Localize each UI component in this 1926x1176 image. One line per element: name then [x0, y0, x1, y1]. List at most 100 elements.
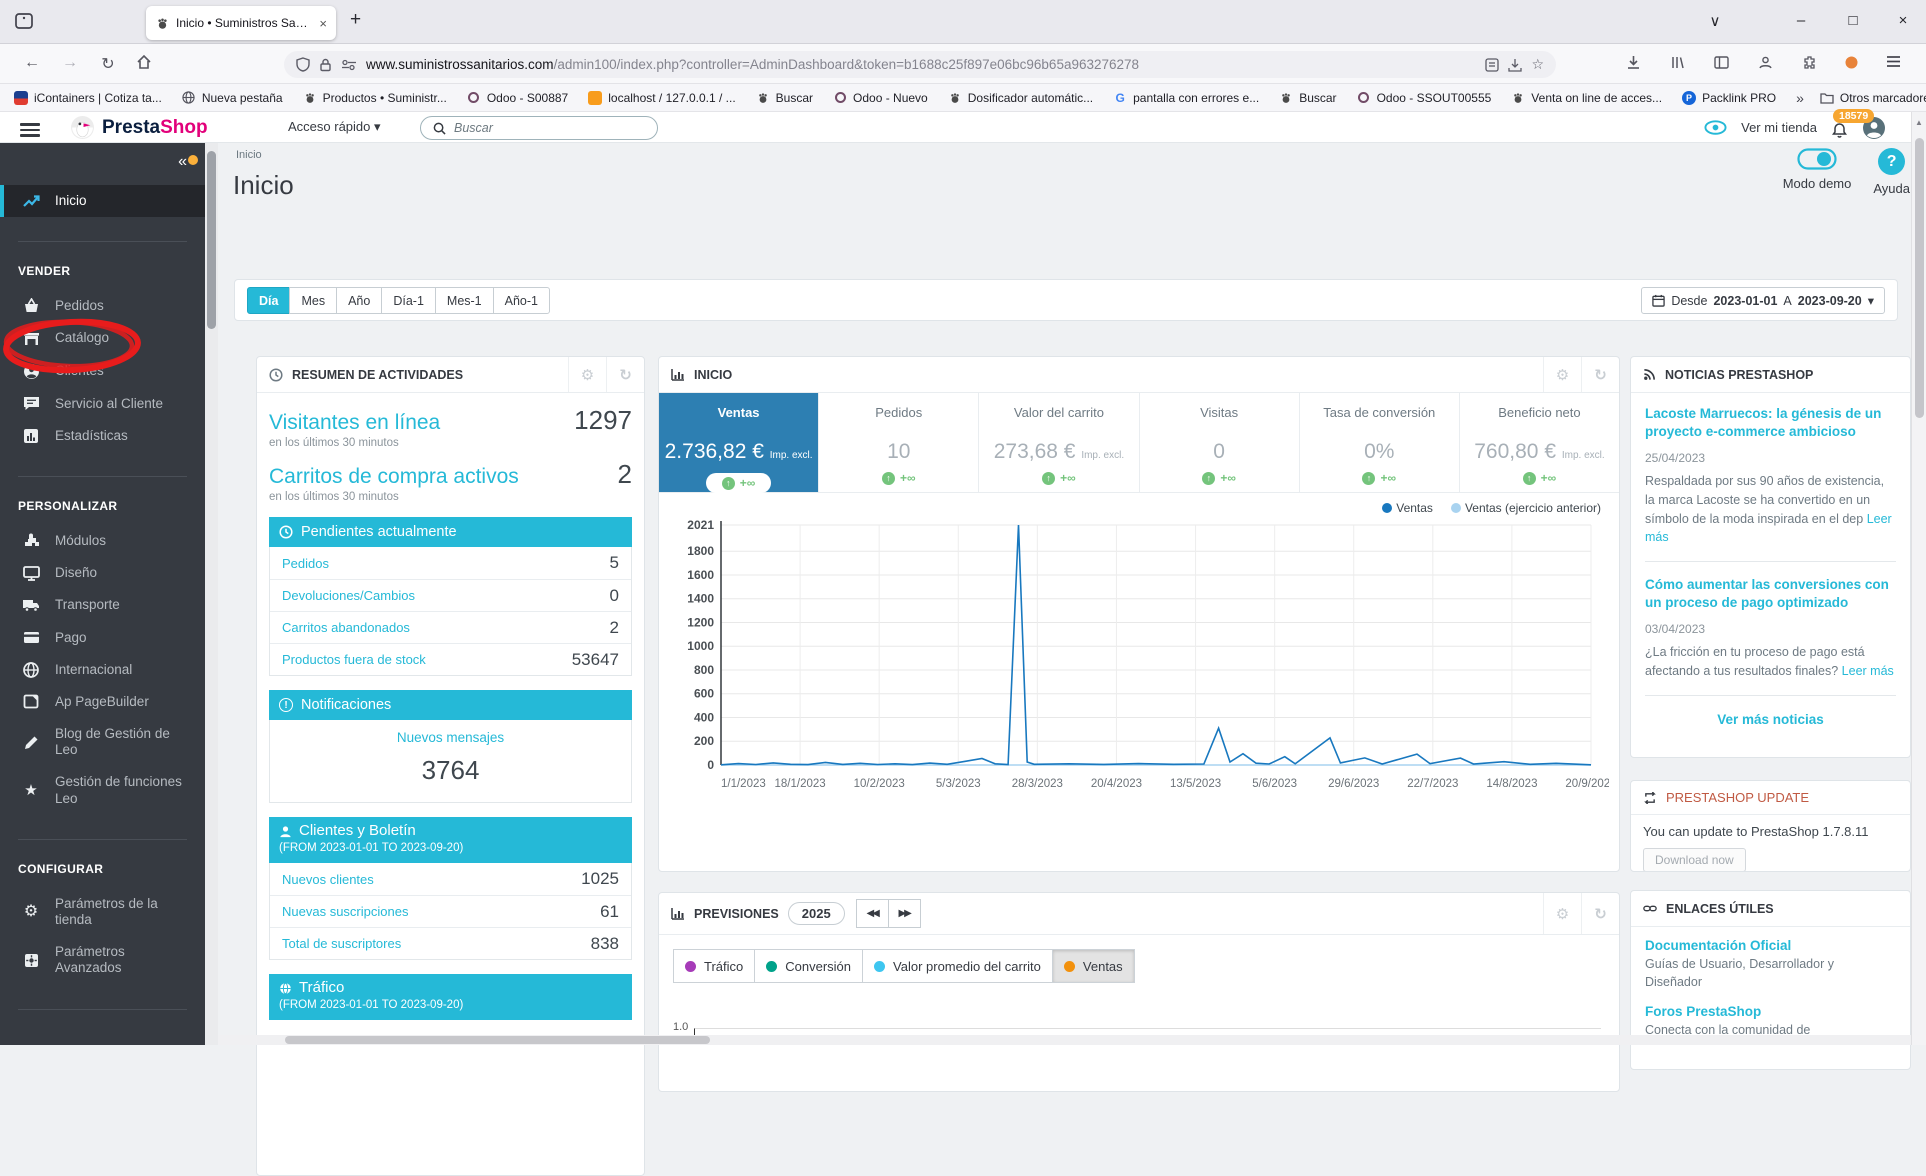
toggle-valor-promedio[interactable]: Valor promedio del carrito [863, 949, 1053, 983]
page-scrollbar[interactable]: ▲ [1911, 112, 1926, 1045]
reload-icon[interactable]: ↻ [96, 54, 120, 74]
filter-dia[interactable]: Día [247, 287, 290, 314]
filter-ano-1[interactable]: Año-1 [493, 287, 550, 314]
new-customers-link[interactable]: Nuevos clientes [282, 872, 374, 887]
sidebar-item-internacional[interactable]: Internacional [0, 654, 205, 686]
out-of-stock-link[interactable]: Productos fuera de stock [282, 652, 426, 667]
demo-mode-toggle[interactable]: Modo demo [1783, 148, 1852, 196]
other-bookmarks-folder[interactable]: Otros marcadores [1820, 91, 1926, 105]
extensions-icon[interactable] [1798, 55, 1820, 70]
bookmark-item[interactable]: Nueva pestaña [182, 91, 283, 105]
sidebar-collapse-button[interactable]: « [0, 151, 205, 171]
filter-mes[interactable]: Mes [289, 287, 337, 314]
kpi-tasa-conversion[interactable]: Tasa de conversión 0% ↑+∞ [1300, 393, 1460, 492]
view-shop-link[interactable]: Ver mi tienda [1741, 120, 1817, 135]
bookmark-item[interactable]: Odoo - S00887 [467, 91, 568, 105]
panel-settings-icon[interactable]: ⚙ [568, 357, 606, 392]
panel-settings-icon[interactable]: ⚙ [1543, 357, 1581, 392]
horizontal-scrollbar[interactable] [218, 1035, 1911, 1045]
browser-tab[interactable]: Inicio • Suministros Sanitarios × [146, 6, 336, 40]
hamburger-menu-icon[interactable] [20, 120, 40, 140]
bookmark-item[interactable]: Odoo - Nuevo [833, 91, 928, 105]
sales-line-chart[interactable]: 20211800160014001200100080060040020001/1… [671, 515, 1609, 803]
sidebar-item-pagebuilder[interactable]: Ap PageBuilder [0, 686, 205, 718]
window-close-button[interactable]: × [1888, 12, 1918, 29]
tab-list-button[interactable]: ∨ [1700, 12, 1730, 30]
shield-icon[interactable] [296, 57, 310, 72]
panel-refresh-icon[interactable]: ↻ [1581, 357, 1619, 392]
toggle-ventas[interactable]: Ventas [1053, 949, 1135, 983]
bookmark-item[interactable]: Buscar [756, 91, 813, 105]
kpi-pedidos[interactable]: Pedidos 10 ↑+∞ [819, 393, 979, 492]
filter-dia-1[interactable]: Día-1 [381, 287, 436, 314]
url-text[interactable]: www.suministrossanitarios.com/admin100/i… [366, 57, 1476, 72]
filter-ano[interactable]: Año [336, 287, 382, 314]
prestashop-logo[interactable]: PrestaShop [70, 115, 208, 140]
sidebar-item-modulos[interactable]: Módulos [0, 525, 205, 557]
toggle-trafico[interactable]: Tráfico [673, 949, 755, 983]
active-carts-link[interactable]: Carritos de compra activos [269, 465, 519, 489]
quick-access-dropdown[interactable]: Acceso rápido ▾ [288, 119, 381, 135]
url-bar[interactable]: www.suministrossanitarios.com/admin100/i… [284, 51, 1556, 78]
library-icon[interactable] [1666, 55, 1688, 70]
permissions-icon[interactable] [341, 59, 357, 71]
sidebar-item-pago[interactable]: Pago [0, 622, 205, 654]
scroll-up-icon[interactable]: ▲ [1912, 112, 1926, 127]
forecast-next-button[interactable]: ▶▶ [888, 899, 921, 928]
save-page-icon[interactable] [1508, 58, 1522, 72]
admin-search[interactable] [420, 116, 658, 140]
kpi-visitas[interactable]: Visitas 0 ↑+∞ [1140, 393, 1300, 492]
sidebar-scrollbar[interactable] [205, 143, 218, 1045]
sidebar-item-servicio[interactable]: Servicio al Cliente [0, 388, 205, 420]
account-icon[interactable] [1754, 55, 1776, 70]
bookmark-item[interactable]: Buscar [1279, 91, 1336, 105]
bookmark-item[interactable]: Dosificador automátic... [948, 91, 1093, 105]
menu-icon[interactable] [1882, 55, 1904, 68]
legend-ventas-anterior[interactable]: Ventas (ejercicio anterior) [1451, 501, 1601, 515]
help-button[interactable]: ? Ayuda [1873, 148, 1910, 196]
back-icon[interactable]: ← [20, 54, 44, 72]
sidebar-item-funciones-leo[interactable]: ★ Gestión de funciones Leo [0, 766, 205, 814]
total-subscribers-link[interactable]: Total de suscriptores [282, 936, 401, 951]
bookmarks-overflow-icon[interactable]: » [1796, 90, 1804, 106]
bookmark-item[interactable]: Odoo - SSOUT00555 [1357, 91, 1492, 105]
doc-link[interactable]: Documentación Oficial [1645, 938, 1896, 953]
bookmark-star-icon[interactable]: ☆ [1531, 56, 1544, 73]
eye-icon[interactable] [1704, 120, 1727, 135]
panel-settings-icon[interactable]: ⚙ [1543, 893, 1581, 934]
kpi-ventas[interactable]: Ventas 2.736,82 € Imp. excl. ↑+∞ [659, 393, 819, 492]
sidebar-item-inicio[interactable]: Inicio [0, 185, 205, 217]
download-now-button[interactable]: Download now [1643, 848, 1746, 872]
tab-close-icon[interactable]: × [319, 16, 327, 31]
sidebar-item-catalogo[interactable]: Catálogo [0, 322, 205, 354]
window-maximize-button[interactable]: □ [1838, 12, 1868, 29]
filter-mes-1[interactable]: Mes-1 [435, 287, 494, 314]
new-subscriptions-link[interactable]: Nuevas suscripciones [282, 904, 408, 919]
kpi-valor-carrito[interactable]: Valor del carrito 273,68 € Imp. excl. ↑+… [979, 393, 1139, 492]
toggle-conversion[interactable]: Conversión [755, 949, 863, 983]
firefox-view-icon[interactable] [14, 11, 34, 31]
forecast-prev-button[interactable]: ◀◀ [856, 899, 889, 928]
sidebar-item-blog-leo[interactable]: Blog de Gestión de Leo [0, 718, 205, 766]
sidebar-item-transporte[interactable]: Transporte [0, 589, 205, 621]
new-messages-link[interactable]: Nuevos mensajes [270, 730, 631, 745]
online-visitors-link[interactable]: Visitantes en línea [269, 411, 440, 435]
bookmark-item[interactable]: iContainers | Cotiza ta... [14, 91, 162, 105]
bookmark-item[interactable]: Venta on line de acces... [1511, 91, 1662, 105]
forums-link[interactable]: Foros PrestaShop [1645, 1004, 1896, 1019]
home-icon[interactable] [136, 54, 160, 70]
lock-icon[interactable] [319, 58, 332, 72]
returns-link[interactable]: Devoluciones/Cambios [282, 588, 415, 603]
sidebar-item-pedidos[interactable]: Pedidos [0, 290, 205, 322]
read-more-link[interactable]: Leer más [1842, 664, 1894, 678]
news-article-title[interactable]: Lacoste Marruecos: la génesis de un proy… [1645, 405, 1896, 440]
bookmark-item[interactable]: Productos • Suministr... [303, 91, 447, 105]
sidebar-item-parametros-tienda[interactable]: ⚙ Parámetros de la tienda [0, 888, 205, 936]
pending-orders-link[interactable]: Pedidos [282, 556, 329, 571]
date-range-picker[interactable]: Desde 2023-01-01 A 2023-09-20 ▾ [1641, 287, 1885, 314]
sidebar-item-parametros-avanzados[interactable]: Parámetros Avanzados [0, 936, 205, 984]
panel-refresh-icon[interactable]: ↻ [1581, 893, 1619, 934]
notifications-bell[interactable]: 18579 [1831, 116, 1848, 139]
sidebar-item-estadisticas[interactable]: Estadísticas [0, 420, 205, 452]
forward-icon[interactable]: → [58, 54, 82, 72]
